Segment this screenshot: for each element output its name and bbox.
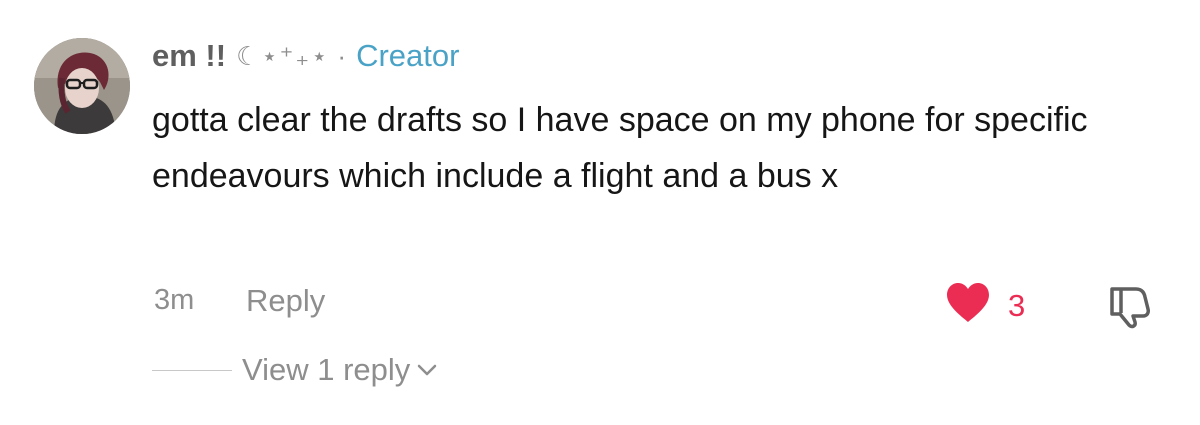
avatar-image (34, 38, 130, 134)
timestamp: 3m (154, 284, 195, 316)
reply-button[interactable]: Reply (246, 283, 325, 319)
author-name-decoration: ☾⋆⁺₊⋆ (236, 40, 330, 71)
comment-text: gotta clear the drafts so I have space o… (152, 101, 1088, 195)
author-row: em !! ☾⋆⁺₊⋆ · Creator (152, 34, 459, 78)
avatar[interactable] (34, 38, 130, 134)
dislike-button[interactable] (1108, 283, 1154, 334)
like-button[interactable]: 3 (945, 282, 1025, 329)
view-replies-button[interactable]: View 1 reply (152, 352, 438, 388)
thumbs-down-icon (1108, 287, 1154, 333)
heart-icon (945, 282, 991, 329)
view-replies-label: View 1 reply (242, 352, 411, 387)
author-name[interactable]: em !! (152, 38, 226, 74)
reply-divider-line (152, 369, 232, 371)
separator-dot: · (337, 40, 347, 71)
creator-badge: Creator (356, 38, 460, 73)
chevron-down-icon (416, 363, 438, 382)
comment: em !! ☾⋆⁺₊⋆ · Creator gotta clear the dr… (0, 0, 1200, 425)
like-count: 3 (1008, 287, 1026, 323)
